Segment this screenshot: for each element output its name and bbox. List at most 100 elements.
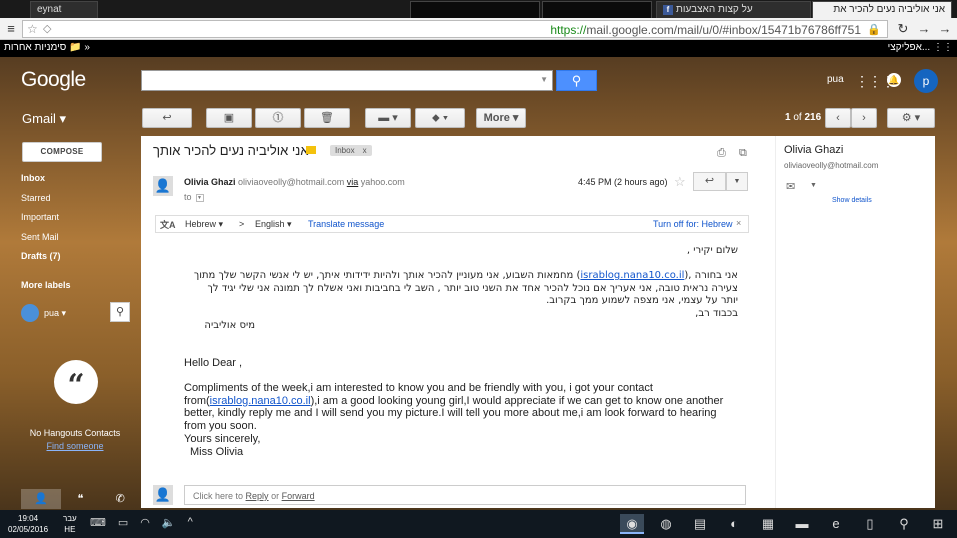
email-link[interactable]: israblog.nana10.co.il xyxy=(580,270,684,281)
wifi-icon[interactable]: ◠ xyxy=(140,516,150,529)
tab-eynat[interactable]: eynat xyxy=(30,1,98,18)
english-line-1: Compliments of the week,i am interested … xyxy=(184,382,653,394)
spam-icon: ⓵ xyxy=(272,112,284,124)
system-tray: ⌨ ▭ ◠ 🔈 ^ xyxy=(90,516,193,529)
mail-icon[interactable]: ✉ xyxy=(786,180,795,193)
sidebar-item-sent[interactable]: Sent Mail xyxy=(21,232,59,242)
label-chip-inbox[interactable]: Inbox x xyxy=(330,145,372,156)
tab-gmail-active[interactable]: אני אוליביה נעים להכיר את xyxy=(812,1,952,18)
sidebar-item-inbox[interactable]: Inbox xyxy=(21,173,45,183)
volume-icon[interactable]: 🔈 xyxy=(162,516,176,529)
message-pane: אני אוליביה נעים להכיר אותך Inbox x ⎙ ⧉ 👤… xyxy=(141,136,775,508)
compose-button[interactable]: COMPOSE xyxy=(22,142,102,162)
pager-range: 1 xyxy=(785,112,791,123)
email-link[interactable]: israblog.nana10.co.il xyxy=(210,395,311,407)
notifications-icon[interactable]: 🔔 xyxy=(887,73,901,87)
app-4-icon[interactable]: ◐ xyxy=(722,514,746,534)
browser-tab-bar: eynat f על קצות האצבעות אני אוליביה נעים … xyxy=(0,0,957,18)
search-icon[interactable]: ⚲ xyxy=(892,514,916,534)
google-logo[interactable]: Google xyxy=(21,68,86,92)
pager-count: 1 of 216 xyxy=(785,112,821,123)
bookmark-other-folder[interactable]: סימניות אחרות 📁 » xyxy=(4,42,90,53)
edge-icon[interactable]: e xyxy=(824,514,848,534)
forward-icon[interactable]: → xyxy=(916,20,932,38)
app-2-icon[interactable]: ◍ xyxy=(654,514,678,534)
translate-message-link[interactable]: Translate message xyxy=(308,219,384,229)
tab-hidden-1[interactable] xyxy=(410,1,540,18)
chrome-icon[interactable]: ◉ xyxy=(620,514,644,534)
find-someone-link[interactable]: Find someone xyxy=(21,441,129,451)
sidebar-item-drafts[interactable]: Drafts (7) xyxy=(21,251,61,261)
star-icon[interactable]: ☆ xyxy=(674,174,686,190)
chevron-up-icon[interactable]: ^ xyxy=(188,516,193,529)
settings-button[interactable]: ⚙ ▾ xyxy=(887,108,935,128)
back-to-inbox-button[interactable]: ↩ xyxy=(142,108,192,128)
header-username[interactable]: pua xyxy=(827,74,844,85)
show-details-link[interactable]: Show details xyxy=(832,197,872,204)
phone-icon[interactable]: ✆ xyxy=(100,489,140,509)
new-window-icon[interactable]: ⧉ xyxy=(739,147,747,160)
via-link[interactable]: via xyxy=(347,177,359,187)
url-input[interactable]: ☆ ◇ https://mail.google.com/mail/u/0/#in… xyxy=(22,20,888,38)
contacts-icon[interactable]: 👤 xyxy=(21,489,61,509)
app-3-icon[interactable]: ▤ xyxy=(688,514,712,534)
reply-link[interactable]: Reply xyxy=(246,491,269,501)
delete-button[interactable]: 🗑 xyxy=(304,108,350,128)
print-icon[interactable]: ⎙ xyxy=(717,147,726,160)
sidebar-item-starred[interactable]: Starred xyxy=(21,193,51,203)
chevron-down-icon[interactable]: ▼ xyxy=(195,193,204,202)
reload-icon[interactable]: ↻ xyxy=(895,20,911,38)
hangouts-username: pua ▾ xyxy=(44,307,67,318)
close-translate-icon[interactable]: × xyxy=(736,218,741,228)
importance-marker-icon[interactable] xyxy=(306,146,316,154)
reply-button[interactable]: ↩ xyxy=(693,172,726,191)
forward-link[interactable]: Forward xyxy=(282,491,315,501)
source-language-select[interactable]: Hebrew ▾ xyxy=(185,219,223,230)
chat-icon[interactable]: ❝ xyxy=(61,489,101,509)
sidebar-item-more-labels[interactable]: More labels xyxy=(21,280,71,290)
bookmark-apps[interactable]: אפליקצי... ⋮⋮ xyxy=(888,42,953,53)
target-language-select[interactable]: English ▾ xyxy=(255,219,292,230)
message-more-button[interactable]: ▼ xyxy=(726,172,748,191)
start-icon[interactable]: ⊞ xyxy=(926,514,950,534)
tab-label: eynat xyxy=(37,4,62,15)
task-view-icon[interactable]: ▯ xyxy=(858,514,882,534)
sidebar-item-important[interactable]: Important xyxy=(21,212,59,222)
tab-facebook[interactable]: f על קצות האצבעות xyxy=(656,1,811,18)
gmail-menu[interactable]: Gmail ▾ xyxy=(22,111,66,127)
search-input[interactable]: ▼ xyxy=(141,70,553,91)
menu-icon[interactable]: ≡ xyxy=(3,20,19,38)
move-to-button[interactable]: ▬ ▾ xyxy=(365,108,411,128)
avatar[interactable]: p xyxy=(914,69,938,93)
tab-hidden-2[interactable] xyxy=(542,1,652,18)
search-options-icon[interactable]: ▼ xyxy=(540,75,548,84)
file-explorer-icon[interactable]: ▬ xyxy=(790,514,814,534)
taskbar-clock[interactable]: 19:04 02/05/2016 xyxy=(8,513,48,535)
older-button[interactable]: › xyxy=(851,108,877,128)
turn-off-translation-link[interactable]: Turn off for: Hebrew xyxy=(653,219,733,229)
back-icon[interactable]: → xyxy=(937,20,953,38)
report-spam-button[interactable]: ⓵ xyxy=(255,108,301,128)
remove-label-icon[interactable]: x xyxy=(363,146,367,155)
clock-time: 19:04 xyxy=(18,514,39,523)
search-button[interactable]: ⚲ xyxy=(556,70,597,91)
keyboard-icon[interactable]: ⌨ xyxy=(90,516,106,529)
pager-of: of xyxy=(793,112,802,123)
reply-box[interactable]: Click here to Reply or Forward xyxy=(184,485,746,505)
chevron-down-icon[interactable]: ▼ xyxy=(810,182,817,189)
newer-button[interactable]: ‹ xyxy=(825,108,851,128)
archive-button[interactable]: ▣ xyxy=(206,108,252,128)
bookmark-star-icon[interactable]: ☆ xyxy=(27,22,38,36)
labels-button[interactable]: ⬥ ▾ xyxy=(415,108,465,128)
store-icon[interactable]: ▦ xyxy=(756,514,780,534)
windows-taskbar: 19:04 02/05/2016 עבר HE ⌨ ▭ ◠ 🔈 ^ ◉ ◍ ▤ ◐ … xyxy=(0,510,957,538)
input-language[interactable]: עבר HE xyxy=(63,513,77,535)
action-center-icon[interactable]: ▭ xyxy=(118,516,128,529)
more-button[interactable]: More ▾ xyxy=(476,108,526,128)
folder-icon: ▬ ▾ xyxy=(378,112,398,124)
sender-name[interactable]: Olivia Ghazi xyxy=(184,177,236,187)
hangouts-search-button[interactable]: ⚲ xyxy=(110,302,130,322)
sender-line: Olivia Ghazi oliviaoveolly@hotmail.com v… xyxy=(184,177,405,187)
search-icon: ⚲ xyxy=(571,73,582,88)
hebrew-line-5: מיס אוליביה xyxy=(204,320,255,331)
